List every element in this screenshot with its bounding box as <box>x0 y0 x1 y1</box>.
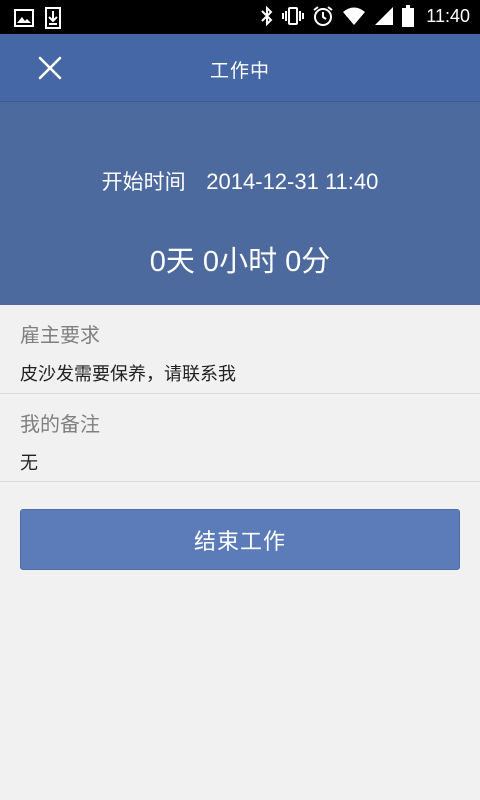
my-note-section: 我的备注 无 <box>0 394 480 482</box>
clock-time: 11:40 <box>426 5 470 26</box>
wifi-icon <box>342 5 366 27</box>
page-title: 工作中 <box>209 60 270 82</box>
bluetooth-icon <box>260 5 274 27</box>
start-time-label: 开始时间 <box>101 170 186 194</box>
battery-icon <box>402 5 415 27</box>
elapsed-duration: 0天 0小时 0分 <box>149 246 331 278</box>
app-bar: 工作中 <box>0 34 480 102</box>
alarm-icon <box>312 5 334 27</box>
my-note-value: 无 <box>20 453 38 474</box>
employer-request-value: 皮沙发需要保养，请联系我 <box>20 364 236 385</box>
vibrate-icon <box>282 5 305 27</box>
signal-icon <box>374 5 394 27</box>
employer-request-section: 雇主要求 皮沙发需要保养，请联系我 <box>0 305 480 393</box>
work-timer-panel: 开始时间 2014-12-31 11:40 0天 0小时 0分 <box>0 102 480 305</box>
employer-request-title: 雇主要求 <box>20 323 100 347</box>
divider <box>0 481 480 482</box>
image-icon <box>14 7 34 29</box>
end-work-button[interactable]: 结束工作 <box>20 509 460 570</box>
my-note-title: 我的备注 <box>20 412 100 436</box>
status-bar: 11:40 <box>0 0 480 34</box>
start-time-value: 2014-12-31 11:40 <box>206 169 379 194</box>
start-time-row: 开始时间 2014-12-31 11:40 <box>0 166 480 196</box>
download-icon <box>44 7 62 29</box>
